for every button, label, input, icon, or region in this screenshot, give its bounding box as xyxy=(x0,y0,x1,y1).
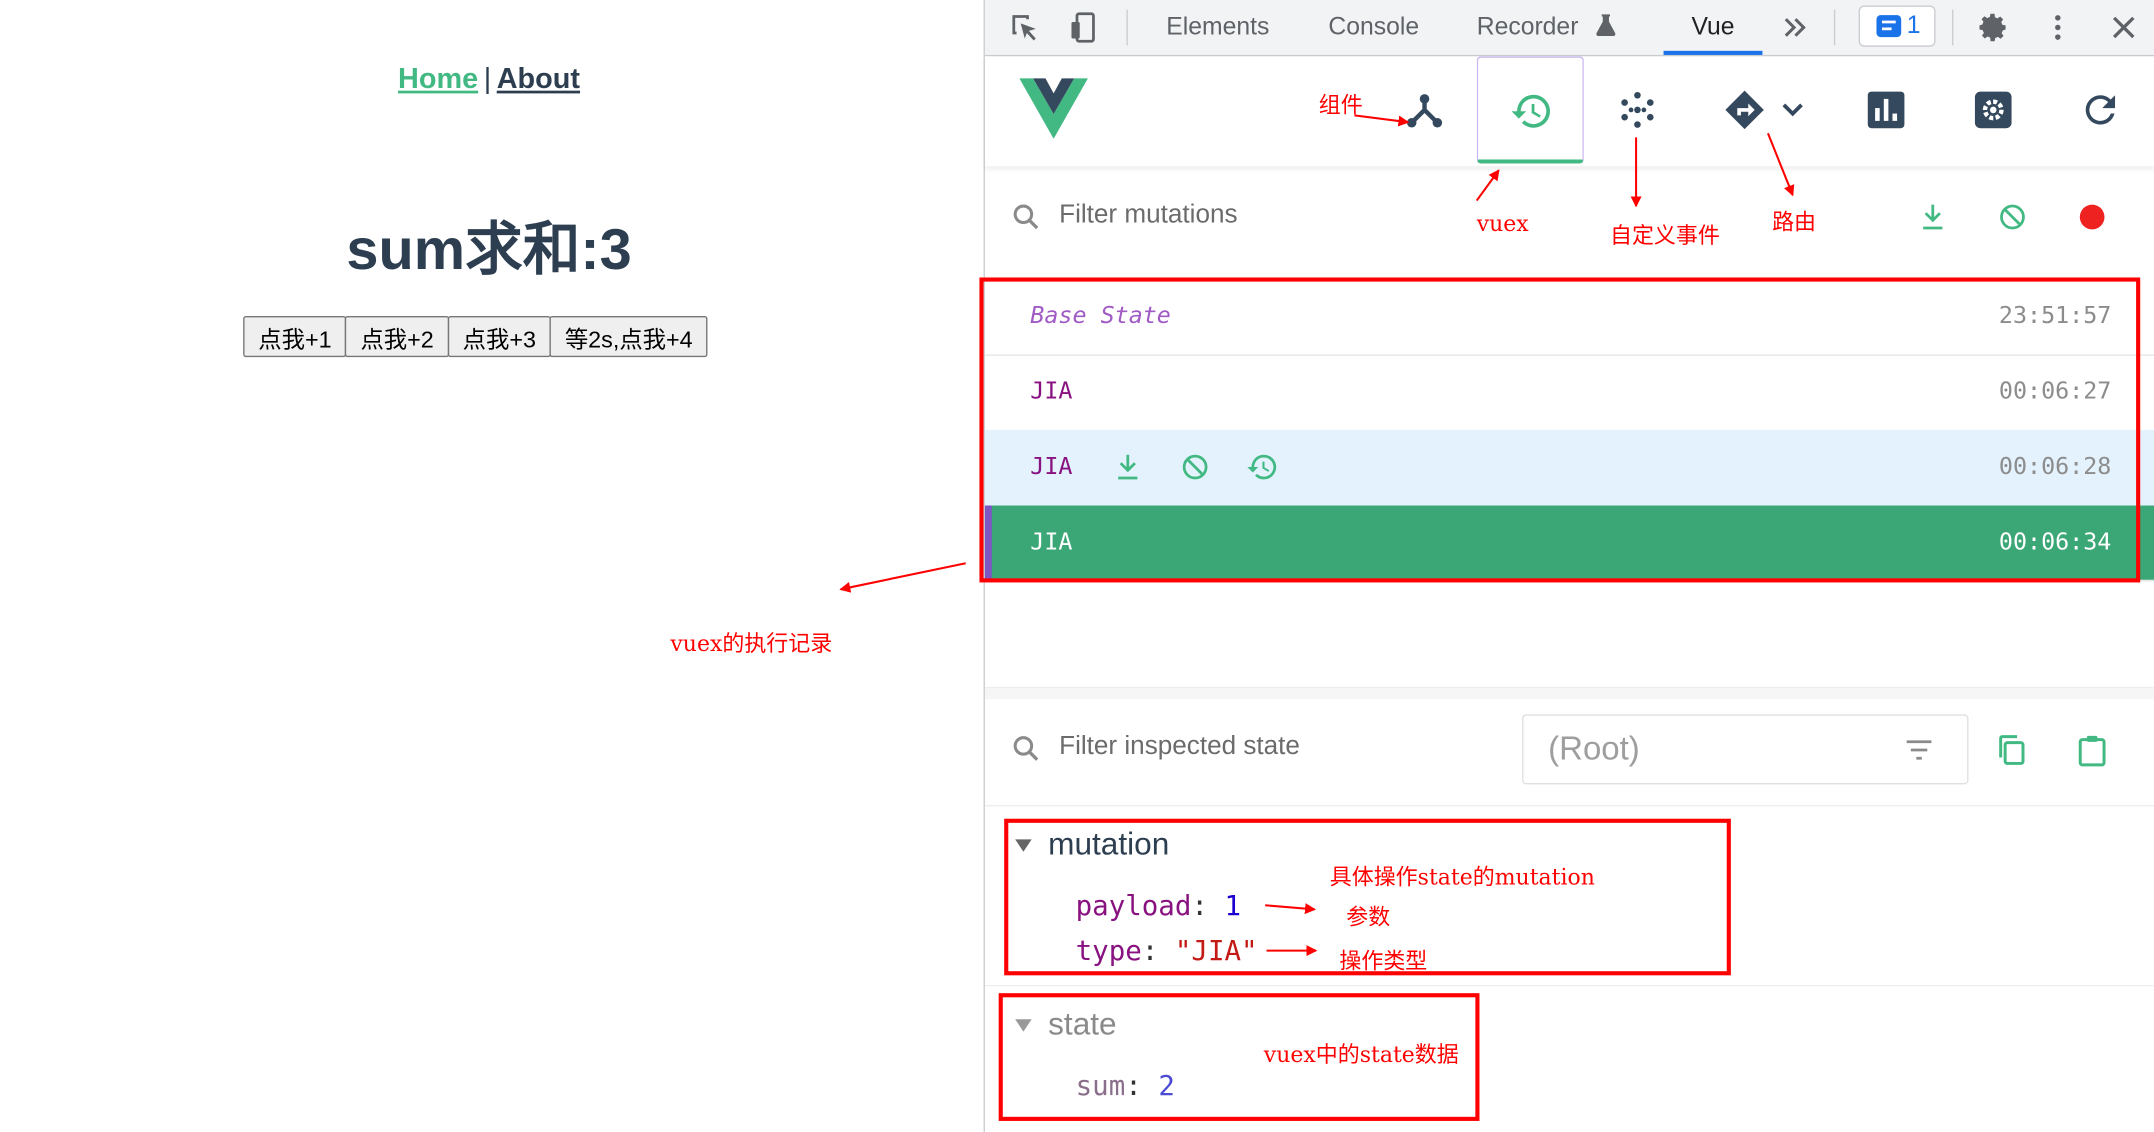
annotation-arrows xyxy=(839,114,1795,957)
